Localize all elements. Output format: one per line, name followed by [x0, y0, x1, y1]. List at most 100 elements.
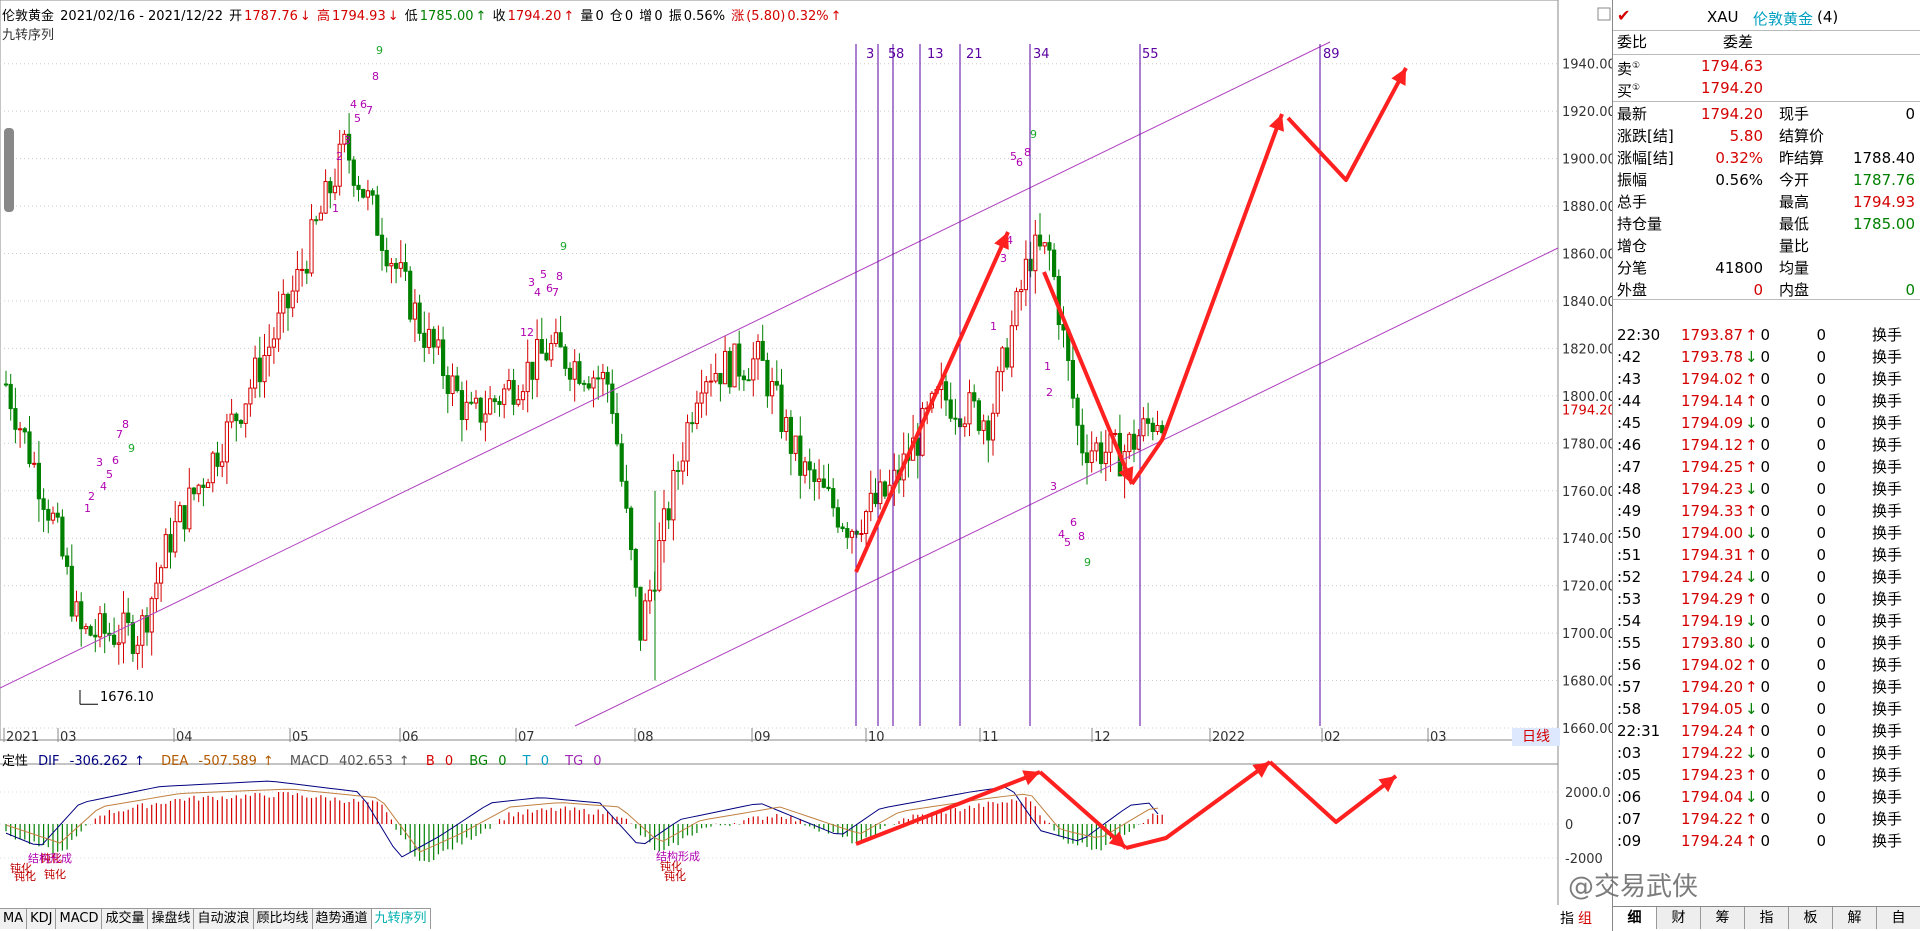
tick-count: 0 — [1816, 524, 1826, 542]
indicator-tab-1[interactable]: KDJ — [27, 909, 57, 929]
candle-body — [694, 402, 699, 425]
candle-body — [948, 399, 953, 419]
candle-body — [582, 382, 587, 385]
candle-body — [624, 480, 629, 509]
candle-body — [864, 511, 869, 535]
fib-label: 13 — [927, 47, 944, 62]
tick-type: 换手 — [1871, 326, 1902, 344]
panel-tab-1[interactable]: 财 — [1657, 907, 1701, 929]
tick-volume: 0 — [1760, 590, 1770, 608]
panel-tab-0[interactable]: 细 — [1613, 907, 1657, 929]
fib-label: 21 — [966, 47, 983, 62]
stat-label-2: 最高 — [1779, 193, 1810, 211]
candle-body — [835, 507, 840, 528]
x-tick-label: 02 — [1324, 730, 1341, 745]
panel-tab-4[interactable]: 板 — [1789, 907, 1833, 929]
stat-label: 振幅 — [1617, 171, 1648, 189]
indicator-tab-5[interactable]: 自动波浪 — [194, 909, 254, 929]
buy-price: 1794.20 — [1701, 79, 1764, 97]
indicator-tab-0[interactable]: MA — [0, 909, 28, 929]
period-button[interactable]: 日线 — [1512, 728, 1560, 746]
candle-body — [13, 408, 18, 430]
panel-tab-3[interactable]: 指 — [1745, 907, 1789, 929]
candle-body — [60, 516, 65, 557]
y-tick-label: 1700.00 — [1562, 627, 1612, 642]
tick-row: :50 1794.00 ↓ 0 0 换手 — [1613, 522, 1908, 544]
candle-body — [1000, 347, 1005, 373]
candle-body — [882, 481, 887, 497]
indicator-tab-2[interactable]: MACD — [56, 909, 103, 929]
indicator-tab-8[interactable]: 九转序列 — [371, 909, 431, 929]
tick-arrow: ↑ — [1745, 436, 1758, 454]
nine-sequence-count: 9 — [1084, 556, 1091, 569]
macd-prefix: 定性 — [2, 754, 29, 769]
x-tick-label: 11 — [982, 730, 999, 745]
indicator-tab-7[interactable]: 趋势通道 — [312, 909, 372, 929]
tick-count: 0 — [1816, 788, 1826, 806]
indicator-tab-6[interactable]: 顾比均线 — [253, 909, 313, 929]
tick-row: :42 1793.78 ↓ 0 0 换手 — [1613, 346, 1908, 368]
stat-value: 0 — [1753, 281, 1763, 299]
scroll-handle[interactable] — [4, 128, 14, 212]
tick-type: 换手 — [1871, 722, 1902, 740]
nine-sequence-count: 3 — [1000, 252, 1007, 265]
candle-body — [591, 377, 596, 389]
candle-body — [210, 452, 215, 484]
stat-label: 总手 — [1617, 193, 1648, 211]
indicator-tab-4[interactable]: 操盘线 — [148, 909, 195, 929]
nine-sequence-count: 2 — [88, 490, 95, 503]
sell-label: 卖① — [1617, 60, 1641, 78]
x-tick-label: 05 — [292, 730, 309, 745]
bg-value: 0 — [498, 754, 507, 769]
candle-body — [215, 452, 220, 467]
tick-volume: 0 — [1760, 524, 1770, 542]
vol-label: 量 — [580, 9, 594, 24]
tick-arrow: ↑ — [1745, 722, 1758, 740]
candle-body — [1009, 325, 1014, 368]
tick-time: :49 — [1617, 502, 1642, 520]
nine-sequence-count: 1 — [332, 202, 339, 215]
candle-body — [22, 428, 27, 433]
tick-time: :06 — [1617, 788, 1642, 806]
stat-value-2: 1788.40 — [1852, 149, 1915, 167]
x-tick-label: 04 — [176, 730, 193, 745]
y-tick-label: 1940.00 — [1562, 58, 1612, 73]
tick-price: 1794.31 — [1681, 546, 1744, 564]
indicator-tab-3[interactable]: 成交量 — [102, 909, 149, 929]
candle-body — [718, 372, 723, 385]
candle-body — [309, 219, 314, 274]
candle-body — [267, 346, 272, 356]
inc-value: 0 — [654, 9, 663, 24]
tick-arrow: ↓ — [1745, 348, 1758, 366]
tick-count: 0 — [1816, 414, 1826, 432]
side-tab-1[interactable]: 组 — [1578, 908, 1592, 928]
checkmark-icon[interactable]: ✔ — [1617, 6, 1630, 25]
candle-body — [657, 540, 662, 591]
panel-tab-6[interactable]: 自 — [1877, 907, 1920, 929]
tick-volume: 0 — [1760, 502, 1770, 520]
tick-price: 1794.22 — [1681, 810, 1744, 828]
fib-label: 3 — [866, 47, 874, 62]
side-tab-0[interactable]: 指 — [1560, 908, 1574, 928]
candle-body — [168, 534, 173, 553]
candle-body — [737, 343, 742, 377]
tick-time: :05 — [1617, 766, 1642, 784]
price-chart[interactable]: 1676.103 5 8 13 21 34 55 89123456789123456 78912… — [0, 0, 1612, 931]
candle-body — [962, 423, 967, 428]
y-tick-label: 1820.00 — [1562, 342, 1612, 357]
tick-arrow: ↑ — [1745, 546, 1758, 564]
panel-tab-2[interactable]: 筹 — [1701, 907, 1745, 929]
candle-body — [74, 601, 79, 617]
x-tick-label: 09 — [754, 730, 771, 745]
open-value: 1787.76 — [244, 9, 298, 24]
tick-price: 1794.24 — [1681, 568, 1744, 586]
tick-arrow: ↑ — [1745, 392, 1758, 410]
candle-body — [36, 462, 41, 500]
tick-price: 1793.87 — [1681, 326, 1744, 344]
panel-tab-5[interactable]: 解 — [1833, 907, 1877, 929]
tick-volume: 0 — [1760, 370, 1770, 388]
candle-body — [779, 384, 784, 433]
macd-arrow: ↑ — [398, 754, 410, 769]
b-value: 0 — [444, 754, 454, 769]
symbol-code: XAU — [1707, 8, 1739, 26]
